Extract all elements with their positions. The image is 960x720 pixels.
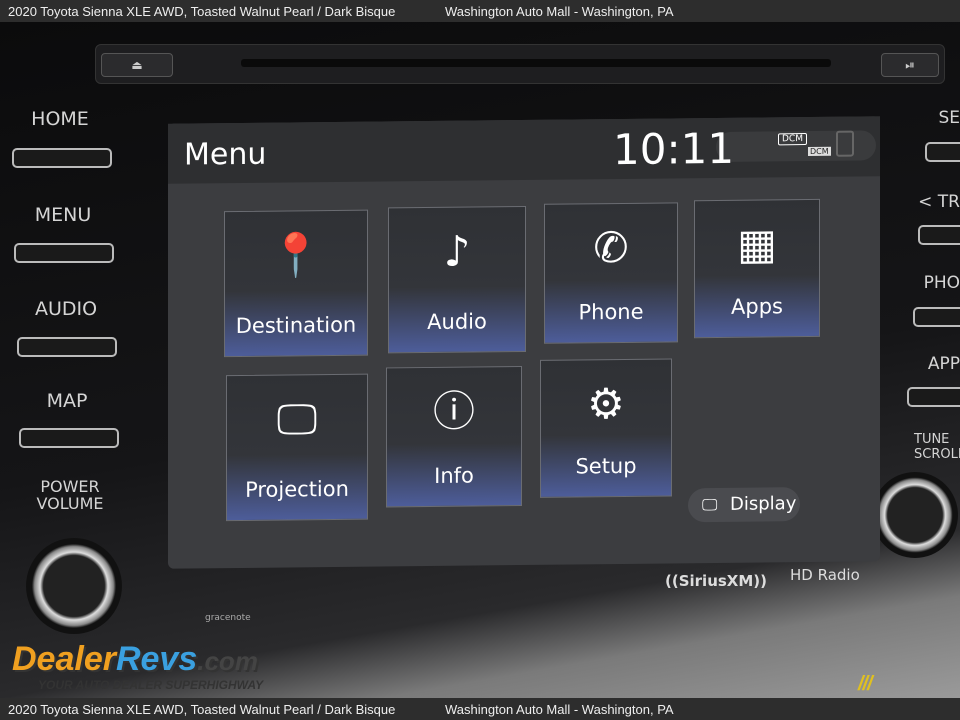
audio-button[interactable]	[17, 337, 117, 357]
siriusxm-logo: ((SiriusXM))	[665, 572, 768, 590]
tile-label: Audio	[427, 309, 487, 335]
track-label: < TR	[918, 192, 960, 212]
display-label: Display	[730, 493, 797, 515]
tile-info[interactable]: ⓘ Info	[386, 366, 522, 508]
dealer-caption: Washington Auto Mall - Washington, PA	[445, 701, 674, 717]
home-button[interactable]	[12, 148, 112, 168]
projection-devices-icon: 🖵	[276, 394, 318, 444]
menu-button[interactable]	[14, 243, 114, 263]
eject-button[interactable]: ⏏	[101, 53, 173, 77]
dealerrevs-logo: DealerRevs.com	[12, 640, 258, 678]
no-phone-icon	[836, 130, 854, 157]
tile-label: Destination	[235, 312, 357, 339]
clock: 10:11	[613, 123, 735, 175]
play-pause-button[interactable]: ⏯	[881, 53, 939, 77]
tune-scroll-knob[interactable]	[872, 472, 958, 558]
track-button[interactable]	[918, 225, 960, 245]
cd-slot: ⏏ ⏯	[95, 44, 945, 84]
map-pin-icon: 📍	[269, 230, 323, 280]
dcm-signal-icon: DCM	[808, 146, 831, 157]
tile-label: Phone	[578, 299, 644, 325]
apps-hw-button[interactable]	[907, 387, 960, 407]
hd-radio-logo: HD Radio	[790, 566, 860, 584]
tune-scroll-label: TUNE SCROLL	[914, 432, 960, 462]
tile-label: Setup	[575, 453, 637, 479]
tile-projection[interactable]: 🖵 Projection	[226, 373, 368, 522]
map-button[interactable]	[19, 428, 119, 448]
mm-logo: ///	[858, 673, 873, 695]
vehicle-caption: 2020 Toyota Sienna XLE AWD, Toasted Waln…	[8, 3, 396, 19]
tile-label: Apps	[731, 294, 783, 319]
vehicle-caption: 2020 Toyota Sienna XLE AWD, Toasted Waln…	[8, 701, 396, 717]
phone-hw-button[interactable]	[913, 307, 960, 327]
tile-label: Info	[434, 463, 474, 488]
seek-button[interactable]	[925, 142, 960, 162]
menu-label: MENU	[34, 204, 92, 226]
phone-hw-label: PHO	[923, 273, 960, 293]
disc-slit	[241, 59, 831, 67]
page-title: Menu	[184, 136, 267, 173]
music-note-icon: ♪	[443, 226, 471, 276]
tile-apps[interactable]: ▦ Apps	[694, 198, 820, 339]
caption-bar-bottom: 2020 Toyota Sienna XLE AWD, Toasted Waln…	[0, 698, 960, 720]
gracenote-logo: gracenote	[205, 613, 251, 623]
audio-label: AUDIO	[34, 298, 98, 320]
power-volume-label: POWER VOLUME	[36, 477, 104, 513]
map-label: MAP	[46, 390, 88, 412]
display-button[interactable]: 🖵 Display	[688, 487, 800, 523]
gear-icon: ⚙	[587, 378, 625, 429]
dealerrevs-tagline: YOUR AUTO DEALER SUPERHIGHWAY	[38, 678, 264, 692]
tile-audio[interactable]: ♪ Audio	[388, 205, 526, 354]
phone-icon: ✆	[593, 222, 629, 273]
touchscreen: Menu 10:11 DCM DCM 📍 Destination ♪ Audio ✆…	[168, 116, 880, 569]
display-icon: 🖵	[702, 494, 718, 515]
tile-label: Projection	[245, 476, 349, 502]
tile-destination[interactable]: 📍 Destination	[224, 209, 368, 358]
dcm-icon: DCM	[778, 133, 807, 146]
apps-hw-label: APP	[927, 354, 960, 374]
apps-grid-icon: ▦	[737, 219, 777, 269]
info-icon: ⓘ	[432, 386, 475, 436]
dealer-caption: Washington Auto Mall - Washington, PA	[445, 3, 674, 19]
caption-bar-top: 2020 Toyota Sienna XLE AWD, Toasted Waln…	[0, 0, 960, 22]
tile-phone[interactable]: ✆ Phone	[544, 202, 678, 344]
power-volume-knob[interactable]	[26, 538, 122, 634]
status-bar: Menu 10:11 DCM DCM	[168, 116, 880, 184]
home-label: HOME	[31, 108, 89, 130]
seek-label: SE	[938, 108, 960, 128]
tile-setup[interactable]: ⚙ Setup	[540, 358, 672, 498]
